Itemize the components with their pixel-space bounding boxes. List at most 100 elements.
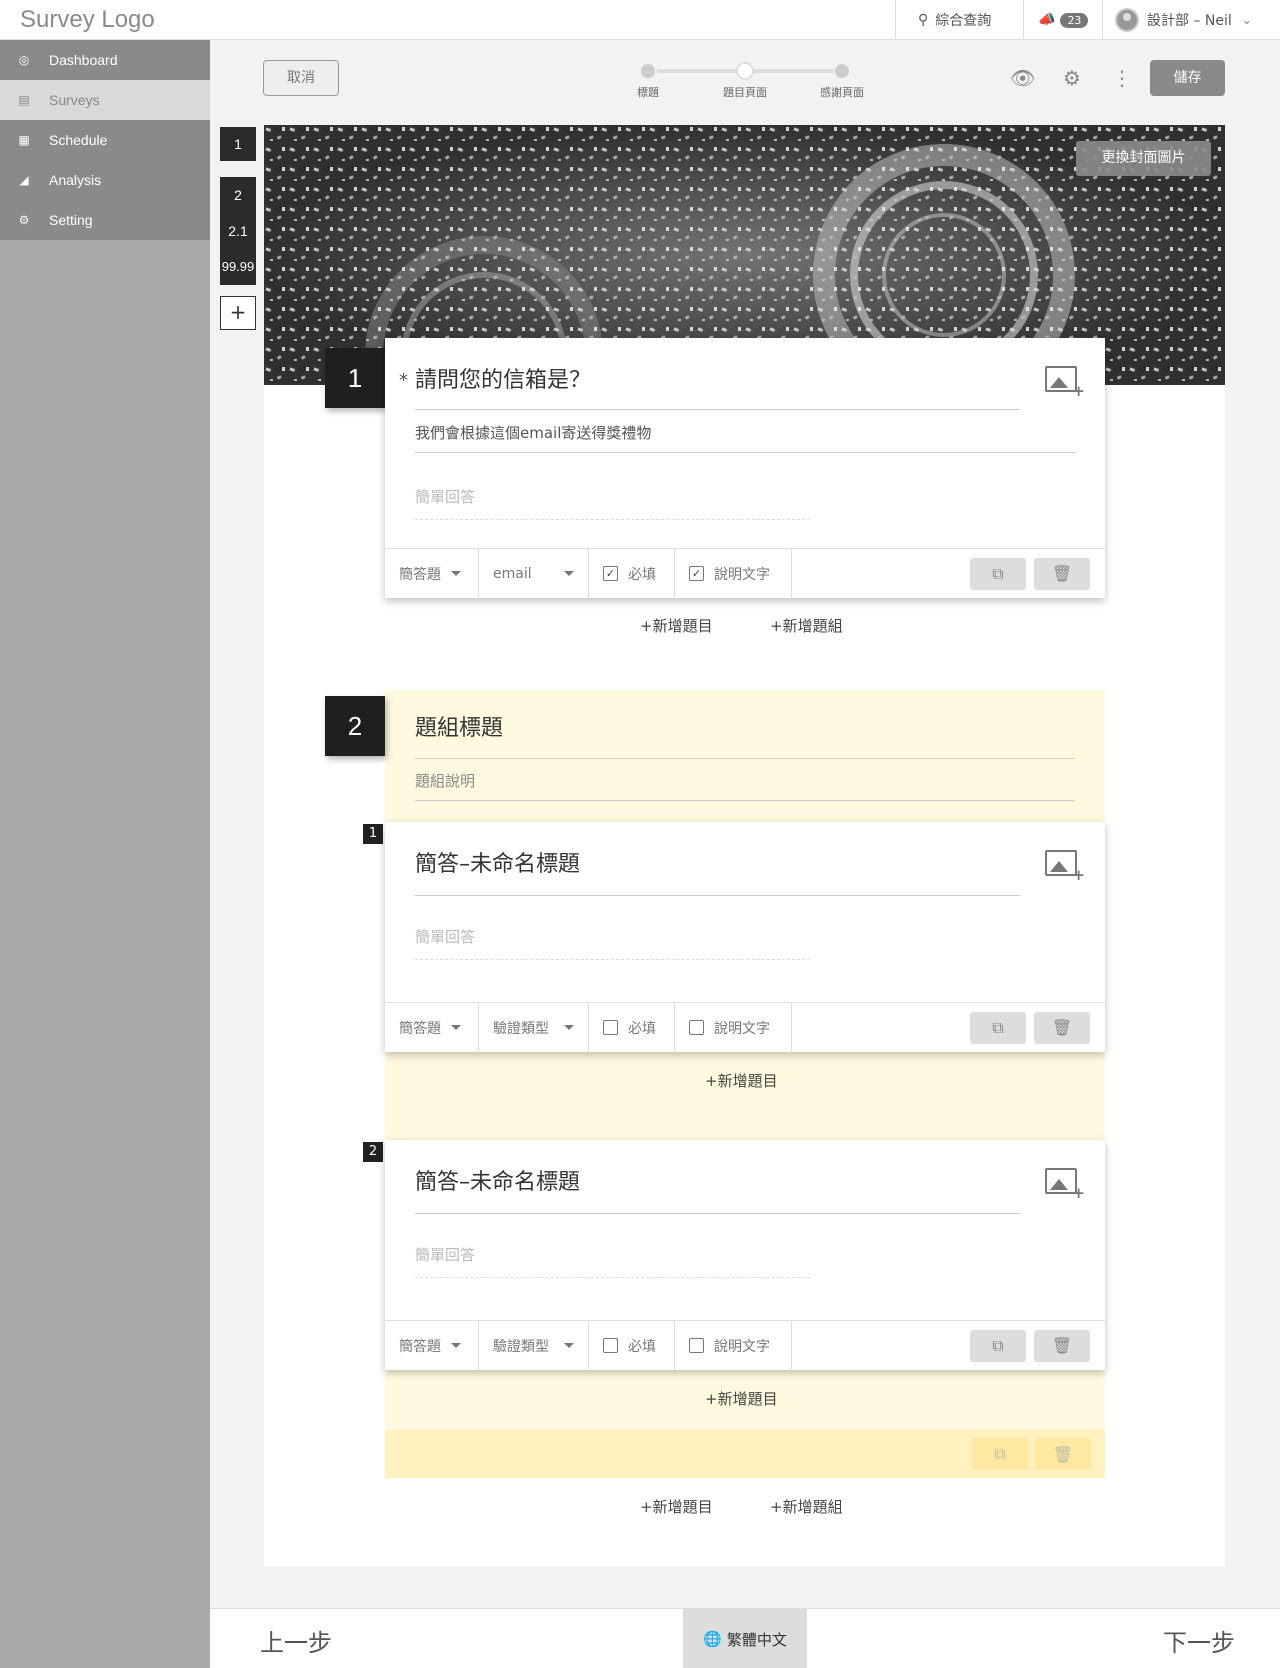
- sub-question-number: 1: [363, 824, 383, 844]
- delete-button[interactable]: 🗑: [1034, 1011, 1090, 1044]
- page-tab-1[interactable]: 1: [220, 127, 256, 161]
- validation-type-select[interactable]: 驗證類型: [479, 1002, 589, 1053]
- bottom-bar: 上一步 🌐 繁體中文 下一步: [210, 1608, 1280, 1668]
- top-bar: Survey Logo ⚲ 綜合查詢 📣 23 設計部 – Neil ⌄: [0, 0, 1280, 40]
- trash-icon: 🗑: [1052, 1444, 1074, 1464]
- add-group-link[interactable]: +新增題組: [770, 615, 843, 636]
- add-image-icon[interactable]: [1045, 366, 1085, 400]
- sidebar-item-label: Surveys: [49, 92, 100, 108]
- notification-count-badge: 23: [1060, 12, 1089, 28]
- user-menu[interactable]: 設計部 – Neil ⌄: [1102, 0, 1280, 40]
- megaphone-icon: 📣: [1038, 12, 1056, 28]
- checkbox-empty-icon: [603, 1338, 618, 1353]
- preview-eye-icon[interactable]: 👁: [1010, 66, 1035, 90]
- question-card-group-1[interactable]: 簡答–未命名標題 簡單回答 簡答題 驗證類型 必填 說明文字 ⧉ 🗑: [385, 822, 1105, 1053]
- delete-group-button[interactable]: 🗑: [1035, 1438, 1091, 1470]
- validation-type-label: 驗證類型: [493, 1020, 549, 1037]
- cancel-button[interactable]: 取消: [263, 60, 339, 96]
- next-step-button[interactable]: 下一步: [1163, 1623, 1235, 1658]
- question-actions: ⧉ 🗑: [970, 557, 1105, 590]
- sidebar-item-label: Schedule: [49, 132, 108, 148]
- group-title[interactable]: 題組標題: [415, 710, 503, 742]
- checkbox-empty-icon: [689, 1020, 704, 1035]
- required-checkbox[interactable]: 必填: [589, 1320, 675, 1371]
- validation-type-select[interactable]: email: [479, 548, 589, 599]
- sidebar-item-surveys[interactable]: ▤ Surveys: [0, 80, 210, 120]
- description-checkbox[interactable]: ✓ 說明文字: [675, 548, 792, 599]
- step-dot-title[interactable]: [639, 62, 657, 80]
- add-page-button[interactable]: +: [220, 296, 256, 330]
- copy-icon: ⧉: [994, 1444, 1006, 1463]
- question-type-select[interactable]: 簡答題: [385, 548, 479, 599]
- step-label-title: 標題: [637, 86, 659, 99]
- copy-button[interactable]: ⧉: [970, 557, 1026, 590]
- answer-placeholder: 簡單回答: [415, 926, 810, 960]
- description-checkbox[interactable]: 說明文字: [675, 1320, 792, 1371]
- question-title[interactable]: 請問您的信箱是？: [415, 362, 591, 394]
- page-tab-2-1[interactable]: 2.1: [220, 213, 256, 249]
- previous-step-button[interactable]: 上一步: [260, 1623, 332, 1658]
- page-tab-2[interactable]: 2: [220, 177, 256, 213]
- question-card-group-2[interactable]: 簡答–未命名標題 簡單回答 簡答題 驗證類型 必填 說明文字 ⧉ 🗑: [385, 1140, 1105, 1371]
- required-checkbox[interactable]: 必填: [589, 1002, 675, 1053]
- language-select[interactable]: 🌐 繁體中文: [683, 1609, 807, 1668]
- more-vertical-icon[interactable]: ⋮: [1112, 66, 1132, 90]
- add-question-link[interactable]: +新增題目: [640, 1496, 713, 1517]
- question-type-select[interactable]: 簡答題: [385, 1320, 479, 1371]
- question-card-1[interactable]: * 請問您的信箱是？ 我們會根據這個email寄送得獎禮物 簡單回答 簡答題 e…: [385, 338, 1105, 599]
- question-description[interactable]: 我們會根據這個email寄送得獎禮物: [415, 422, 651, 443]
- add-image-icon[interactable]: [1045, 1168, 1085, 1202]
- group-description[interactable]: 題組說明: [415, 770, 475, 791]
- step-label-questions: 題目頁面: [723, 86, 767, 99]
- save-button[interactable]: 儲存: [1150, 60, 1225, 96]
- add-group-link[interactable]: +新增題組: [770, 1496, 843, 1517]
- sidebar-item-dashboard[interactable]: ◎ Dashboard: [0, 40, 210, 80]
- question-actions: ⧉ 🗑: [970, 1329, 1105, 1362]
- app-logo[interactable]: Survey Logo: [20, 6, 155, 34]
- caret-down-icon: [564, 1343, 574, 1348]
- sidebar-item-schedule[interactable]: ▦ Schedule: [0, 120, 210, 160]
- step-dot-questions[interactable]: [736, 62, 754, 80]
- required-checkbox[interactable]: ✓ 必填: [589, 548, 675, 599]
- sidebar-item-label: Dashboard: [49, 51, 118, 68]
- step-label-thanks: 感謝頁面: [820, 86, 864, 99]
- sidebar-item-setting[interactable]: ⚙ Setting: [0, 200, 210, 240]
- global-search-button[interactable]: ⚲ 綜合查詢: [895, 0, 1023, 40]
- gear-icon[interactable]: ⚙: [1063, 66, 1081, 90]
- add-question-link[interactable]: +新增題目: [705, 1388, 778, 1409]
- copy-group-button[interactable]: ⧉: [972, 1438, 1028, 1470]
- add-question-link[interactable]: +新增題目: [640, 615, 713, 636]
- validation-type-label: 驗證類型: [493, 1338, 549, 1355]
- delete-button[interactable]: 🗑: [1034, 1329, 1090, 1362]
- question-title[interactable]: 簡答–未命名標題: [415, 846, 580, 878]
- question-type-select[interactable]: 簡答題: [385, 1002, 479, 1053]
- step-dot-thanks[interactable]: [833, 62, 851, 80]
- validation-type-select[interactable]: 驗證類型: [479, 1320, 589, 1371]
- copy-button[interactable]: ⧉: [970, 1329, 1026, 1362]
- trash-icon: 🗑: [1051, 564, 1073, 583]
- avatar: [1115, 8, 1139, 32]
- change-cover-button[interactable]: 更換封面圖片: [1076, 141, 1211, 176]
- notifications-button[interactable]: 📣 23: [1023, 0, 1102, 40]
- answer-placeholder: 簡單回答: [415, 486, 810, 520]
- dashboard-icon: ◎: [18, 53, 30, 67]
- sidebar-item-label: Analysis: [49, 172, 102, 188]
- group-description-underline: [415, 800, 1075, 801]
- checkbox-checked-icon: ✓: [603, 566, 618, 581]
- add-image-icon[interactable]: [1045, 850, 1085, 884]
- description-checkbox[interactable]: 說明文字: [675, 1002, 792, 1053]
- trash-icon: 🗑: [1051, 1336, 1073, 1355]
- page-tab-99-99[interactable]: 99.99: [220, 249, 256, 285]
- answer-placeholder: 簡單回答: [415, 1244, 810, 1278]
- sidebar-nav: ◎ Dashboard ▤ Surveys ▦ Schedule ◢ Analy…: [0, 40, 210, 240]
- copy-button[interactable]: ⧉: [970, 1011, 1026, 1044]
- add-question-link[interactable]: +新增題目: [705, 1070, 778, 1091]
- sidebar-item-analysis[interactable]: ◢ Analysis: [0, 160, 210, 200]
- delete-button[interactable]: 🗑: [1034, 557, 1090, 590]
- group-number: 2: [325, 696, 385, 756]
- user-name: 設計部 – Neil: [1147, 13, 1232, 29]
- question-title[interactable]: 簡答–未命名標題: [415, 1164, 580, 1196]
- question-type-label: 簡答題: [399, 1338, 441, 1355]
- caret-down-icon: [451, 571, 461, 576]
- calendar-icon: ▦: [18, 133, 30, 147]
